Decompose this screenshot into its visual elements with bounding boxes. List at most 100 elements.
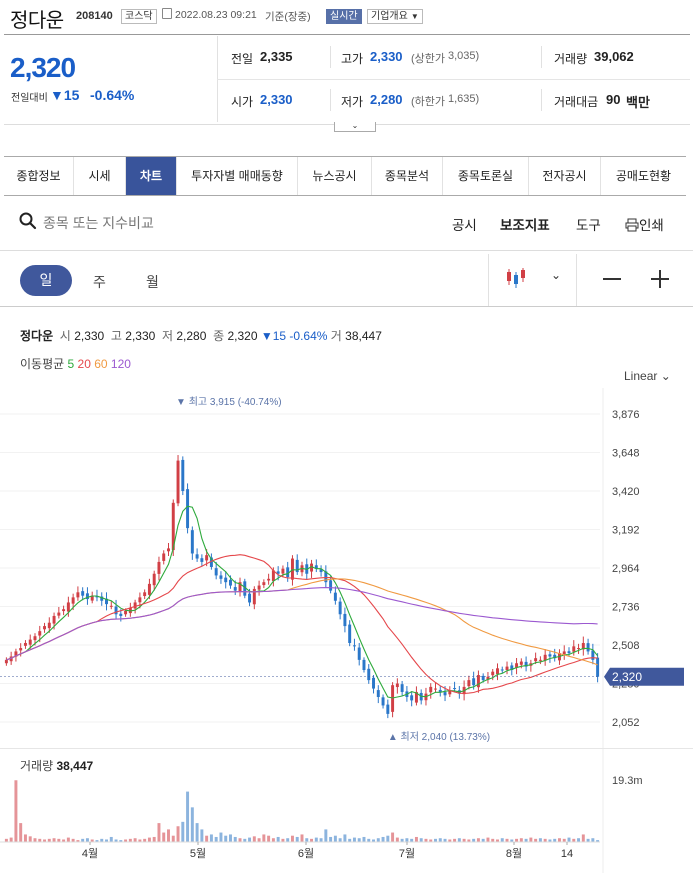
price-chart[interactable]: 3,8763,6483,4203,1922,9642,7362,5082,280…: [0, 388, 693, 748]
candle-body: [23, 642, 27, 646]
volume-bar: [267, 835, 271, 842]
volume-bar: [538, 838, 542, 842]
volume-bar: [152, 836, 156, 842]
divider: [0, 306, 693, 307]
candle-body: [257, 585, 261, 590]
volume-bar: [262, 834, 266, 842]
chevron-down-icon[interactable]: ⌄: [551, 268, 561, 282]
lower-limit-label: (하한가: [411, 96, 446, 108]
candle-body: [386, 704, 390, 714]
candle-body: [538, 659, 542, 661]
period-month-button[interactable]: 월: [146, 272, 159, 292]
candle-body: [71, 597, 75, 604]
candle-body: [400, 684, 404, 692]
candle-body: [147, 583, 151, 595]
volume-chart: 19.3m 4월 5월 6월 7월 8월 14: [0, 749, 643, 873]
volume-bar: [276, 836, 280, 842]
candle-body: [152, 573, 156, 586]
tab-short-selling[interactable]: 공매도현황: [601, 157, 686, 195]
candle-body: [434, 688, 437, 690]
search-icon: [19, 212, 37, 230]
volume-bar: [9, 837, 13, 842]
candle-body: [505, 666, 509, 670]
expand-toggle[interactable]: ⌄: [334, 122, 376, 132]
volume-bar: [248, 837, 252, 842]
search-input[interactable]: 종목 또는 지수비교: [43, 213, 154, 233]
tab-chart[interactable]: 차트: [126, 157, 177, 195]
indicators-button[interactable]: 보조지표: [500, 214, 550, 234]
zoom-out-icon[interactable]: [603, 278, 621, 280]
company-info-button[interactable]: 기업개요 ▼: [367, 9, 423, 24]
candle-body: [52, 615, 56, 624]
volume-bar: [233, 836, 237, 842]
chart-close: 2,320: [227, 329, 258, 343]
candle-body: [367, 668, 371, 681]
candle-body: [267, 578, 271, 581]
x-tick-label: 14: [561, 848, 573, 860]
candle-body: [195, 554, 199, 559]
tab-quotes[interactable]: 시세: [74, 157, 126, 195]
candle-body: [500, 669, 504, 671]
tab-discussion[interactable]: 종목토론실: [443, 157, 529, 195]
volume-bar: [567, 837, 571, 842]
candle-body: [453, 688, 457, 690]
scale-mode-selector[interactable]: Linear ⌄: [624, 369, 671, 383]
y-tick-label: 3,192: [612, 525, 640, 537]
volume-bar: [195, 823, 199, 842]
y-tick-label: 3,420: [612, 486, 640, 498]
candle-body: [548, 654, 552, 657]
candle-body: [572, 646, 576, 652]
tab-overview[interactable]: 종합정보: [4, 157, 74, 195]
candle-body: [81, 591, 85, 596]
period-day-button[interactable]: 일: [20, 265, 72, 296]
volume-bar: [295, 836, 299, 842]
volume-bar: [147, 837, 151, 842]
volume-bar: [286, 838, 290, 842]
chart-volume: 38,447: [345, 329, 382, 343]
volume-bar: [500, 838, 504, 842]
y-tick-label: 2,508: [612, 640, 640, 652]
volume-bar: [438, 838, 442, 842]
x-tick-label: 5월: [190, 847, 206, 860]
candle-body: [181, 459, 185, 491]
candle-body: [219, 575, 223, 579]
tab-news[interactable]: 뉴스공시: [298, 157, 372, 195]
candle-body: [357, 647, 361, 660]
chart-type-selector[interactable]: [505, 267, 527, 294]
ma-line-5: [6, 505, 599, 699]
down-arrow-icon: ▼: [50, 87, 64, 103]
candle-body: [176, 460, 180, 504]
tab-e-disclosure[interactable]: 전자공시: [529, 157, 601, 195]
candle-body: [38, 631, 42, 636]
candle-body: [190, 530, 194, 554]
candle-body: [281, 568, 285, 574]
volume-bar: [577, 838, 581, 842]
volume-bar: [219, 832, 223, 842]
period-week-button[interactable]: 주: [93, 272, 106, 292]
timestamp: 2022.08.23 09:21: [175, 9, 257, 21]
print-button[interactable]: 인쇄: [625, 214, 664, 234]
volume-bar: [133, 838, 137, 842]
chevron-down-icon: ⌄: [351, 121, 359, 130]
tools-button[interactable]: 도구: [576, 214, 601, 234]
volume-bar: [319, 838, 323, 842]
search-box[interactable]: 종목 또는 지수비교: [19, 212, 154, 235]
tab-analysis[interactable]: 종목분석: [372, 157, 443, 195]
candle-body: [395, 683, 399, 688]
candle-body: [443, 692, 447, 696]
volume-bar: [338, 838, 342, 842]
disclosure-button[interactable]: 공시: [452, 214, 477, 234]
divider: [330, 89, 331, 111]
divider: [576, 254, 577, 306]
calendar-icon: [162, 8, 172, 19]
zoom-in-icon[interactable]: [651, 270, 669, 288]
divider: [488, 254, 489, 306]
candle-body: [410, 695, 414, 701]
volume-bar: [214, 836, 218, 842]
tab-investor-trading[interactable]: 투자자별 매매동향: [177, 157, 298, 195]
chart-change: ▼15 -0.64%: [260, 329, 328, 343]
volume-bar: [19, 823, 23, 842]
max-price-label: ▼ 최고 3,915 (-40.74%): [176, 396, 282, 408]
candle-body: [162, 553, 166, 561]
candle-body: [224, 577, 228, 583]
